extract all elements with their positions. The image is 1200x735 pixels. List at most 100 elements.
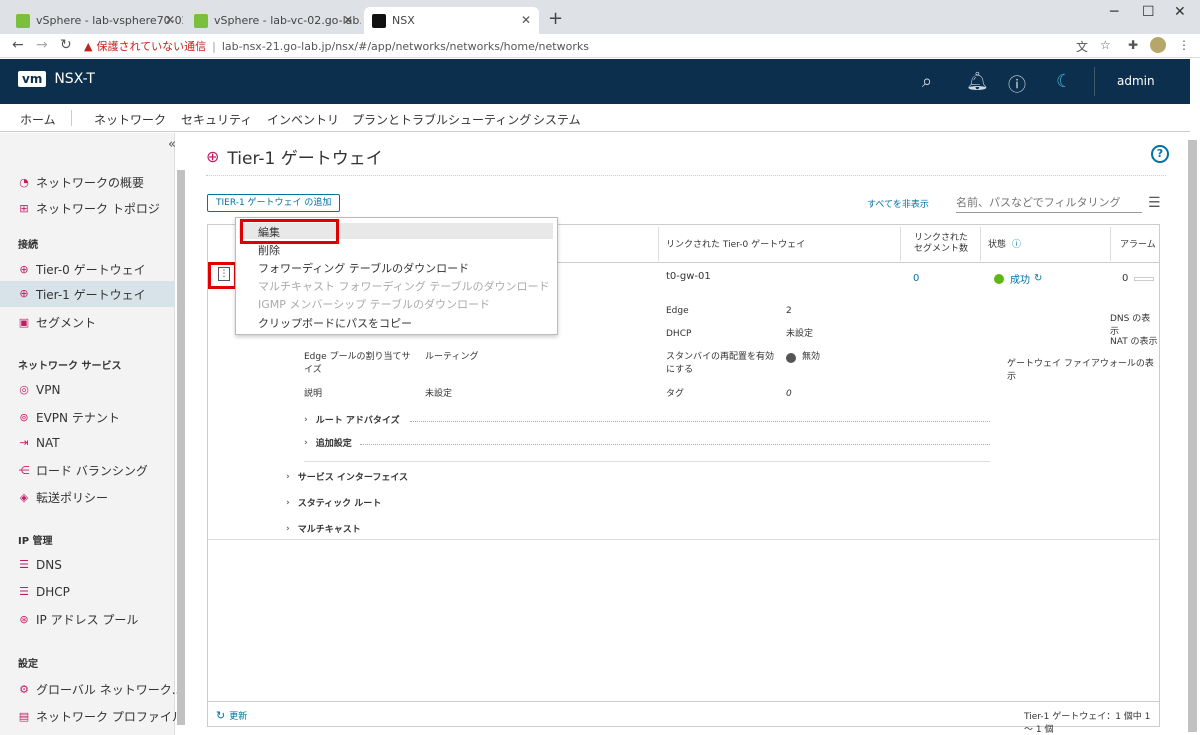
sidebar-item-tier0[interactable]: ⊕ Tier-0 ゲートウェイ bbox=[18, 261, 145, 278]
edge-label: Edge bbox=[666, 306, 689, 316]
sidebar-item-tier1[interactable]: ⊕ Tier-1 ゲートウェイ bbox=[0, 281, 175, 307]
sidebar-header-label: 接続 bbox=[18, 240, 38, 251]
tab-system[interactable]: システム bbox=[533, 111, 581, 128]
sidebar-item-network-topology[interactable]: ⊞ ネットワーク トポロジ bbox=[18, 200, 160, 217]
maximize-icon[interactable]: ☐ bbox=[1142, 4, 1155, 20]
sidebar-item-ip-pools[interactable]: ⊛ IP アドレス プール bbox=[18, 611, 138, 628]
tab-security[interactable]: セキュリティ bbox=[181, 111, 252, 128]
user-menu[interactable]: admin bbox=[1117, 74, 1155, 88]
close-icon[interactable]: ✕ bbox=[165, 13, 175, 27]
column-header-tier0[interactable]: リンクされた Tier-0 ゲートウェイ bbox=[658, 225, 898, 263]
section-divider bbox=[360, 444, 990, 445]
dhcp-icon: ☰ bbox=[19, 585, 29, 598]
notification-bell-icon[interactable]: 🔔︎ bbox=[966, 71, 989, 92]
url-box[interactable]: ▲ 保護されていない通信 | lab-nsx-21.go-lab.jp/nsx/… bbox=[84, 36, 1034, 56]
help-icon[interactable]: ⓘ bbox=[1008, 71, 1026, 97]
view-gateway-firewall-link[interactable]: ゲートウェイ ファイアウォールの表示 bbox=[1007, 358, 1159, 384]
sidebar-item-dns[interactable]: ☰ DNS bbox=[18, 558, 62, 572]
tab-title: vSphere - lab-vc-02.go-lab.jp - U bbox=[214, 14, 361, 27]
add-tier1-gateway-button[interactable]: TIER-1 ゲートウェイ の追加 bbox=[207, 194, 341, 212]
menu-item-copy-path[interactable]: クリップボードにパスをコピー bbox=[258, 315, 412, 331]
dashboard-icon: ◔ bbox=[19, 175, 29, 189]
sidebar-item-segments[interactable]: ▣ セグメント bbox=[18, 314, 96, 331]
collapse-sidebar-icon[interactable]: « bbox=[168, 137, 176, 152]
section-label: サービス インターフェイス bbox=[297, 473, 409, 483]
sidebar-item-load-balancing[interactable]: ⋲ ロード バランシング bbox=[18, 462, 148, 479]
multicast-expander[interactable]: › マルチキャスト bbox=[286, 522, 361, 536]
sidebar-header-label: 設定 bbox=[18, 659, 38, 670]
filter-menu-icon[interactable]: ☰ bbox=[1148, 195, 1161, 211]
sidebar-item-nat[interactable]: ⇥ NAT bbox=[18, 436, 59, 450]
close-icon[interactable]: ✕ bbox=[343, 13, 353, 27]
forward-icon[interactable]: → bbox=[36, 37, 48, 53]
section-label: 追加設定 bbox=[315, 439, 352, 449]
new-tab-button[interactable]: + bbox=[548, 8, 563, 29]
profile-avatar[interactable] bbox=[1150, 37, 1166, 53]
sidebar-item-network-overview[interactable]: ◔ ネットワークの概要 bbox=[18, 174, 144, 191]
sidebar-item-label: Tier-1 ゲートウェイ bbox=[36, 287, 146, 302]
sidebar-item-network-profiles[interactable]: ▤ ネットワーク プロファイル bbox=[18, 708, 184, 725]
service-interfaces-expander[interactable]: › サービス インターフェイス bbox=[286, 470, 409, 484]
sidebar-item-dhcp[interactable]: ☰ DHCP bbox=[18, 585, 70, 599]
column-header-text: リンクされた Tier-0 ゲートウェイ bbox=[666, 240, 806, 250]
sidebar-item-label: DNS bbox=[36, 558, 62, 572]
tab-plan-troubleshoot[interactable]: プランとトラブルシューティング bbox=[352, 111, 531, 128]
tags-value: 0 bbox=[786, 389, 792, 399]
refresh-status-icon[interactable]: ↻ bbox=[1034, 273, 1042, 284]
highlight-actions bbox=[208, 262, 237, 289]
sidebar-scrollbar[interactable] bbox=[177, 170, 185, 725]
back-icon[interactable]: ← bbox=[12, 37, 24, 53]
edge-value-link[interactable]: 2 bbox=[786, 305, 792, 318]
reload-icon[interactable]: ↻ bbox=[60, 37, 72, 53]
refresh-label: 更新 bbox=[229, 712, 248, 722]
route-advertisement-expander[interactable]: › ルート アドバタイズ bbox=[304, 413, 400, 427]
close-window-icon[interactable]: ✕ bbox=[1174, 4, 1186, 20]
extensions-icon[interactable]: ✚ bbox=[1128, 38, 1138, 52]
edge-pool-label: Edge プールの割り当てサ イズ bbox=[304, 351, 411, 377]
main-scrollbar[interactable] bbox=[1188, 140, 1197, 732]
column-divider bbox=[658, 227, 659, 261]
filter-input[interactable] bbox=[956, 193, 1142, 213]
collapse-all-link[interactable]: すべてを非表示 bbox=[867, 197, 929, 210]
view-nat-link[interactable]: NAT の表示 bbox=[1110, 336, 1158, 349]
dhcp-label: DHCP bbox=[666, 329, 692, 339]
dark-mode-moon-icon[interactable]: ☾ bbox=[1056, 71, 1072, 92]
column-header-status[interactable]: 状態 ⓘ bbox=[980, 225, 1106, 263]
sidebar-header-label: IP 管理 bbox=[18, 536, 53, 547]
menu-item-delete[interactable]: 削除 bbox=[258, 242, 280, 258]
menu-icon[interactable]: ⋮ bbox=[1178, 38, 1190, 52]
sidebar-item-label: IP アドレス プール bbox=[36, 613, 139, 627]
search-icon[interactable]: ⌕ bbox=[922, 71, 932, 92]
sidebar-item-evpn[interactable]: ⊚ EVPN テナント bbox=[18, 409, 119, 426]
sidebar-item-global-networking[interactable]: ⚙ グローバル ネットワーク... bbox=[18, 681, 183, 698]
edge-pool-value: ルーティング bbox=[425, 352, 479, 362]
sidebar-item-label: ネットワーク トポロジ bbox=[36, 202, 160, 216]
help-icon[interactable]: ? bbox=[1151, 145, 1169, 163]
address-bar: ← → ↻ ▲ 保護されていない通信 | lab-nsx-21.go-lab.j… bbox=[0, 34, 1200, 58]
product-logo[interactable]: vm NSX-T bbox=[18, 71, 95, 87]
additional-settings-expander[interactable]: › 追加設定 bbox=[304, 436, 352, 450]
refresh-button[interactable]: ↻ 更新 bbox=[216, 709, 247, 722]
info-icon[interactable]: ⓘ bbox=[1012, 237, 1021, 250]
url-separator: | bbox=[212, 39, 216, 53]
column-header-alarms[interactable]: アラーム bbox=[1112, 225, 1160, 263]
browser-tab-active[interactable]: NSX ✕ bbox=[364, 7, 539, 34]
translate-icon[interactable]: 文 bbox=[1076, 38, 1088, 55]
sidebar-item-vpn[interactable]: ◎ VPN bbox=[18, 383, 60, 397]
chevron-right-icon: › bbox=[286, 497, 290, 508]
segments-count-link[interactable]: 0 bbox=[913, 273, 919, 284]
column-divider bbox=[900, 227, 901, 261]
sidebar-item-forwarding-policy[interactable]: ◈ 転送ポリシー bbox=[18, 489, 108, 506]
tab-inventory[interactable]: インベントリ bbox=[267, 111, 339, 128]
tab-home[interactable]: ホーム bbox=[20, 111, 56, 128]
bookmark-star-icon[interactable]: ☆ bbox=[1100, 38, 1111, 52]
column-header-segments[interactable]: リンクされた セグメント数 bbox=[906, 225, 984, 263]
menu-item-download-igmp-table: IGMP メンバーシップ テーブルのダウンロード bbox=[258, 298, 491, 311]
menu-item-download-forwarding-table[interactable]: フォワーディング テーブルのダウンロード bbox=[258, 260, 469, 276]
browser-tab[interactable]: vSphere - lab-vc-02.go-lab.jp - U ✕ bbox=[186, 7, 361, 34]
browser-tab[interactable]: vSphere - lab-vsphere70-02-nsxt ✕ bbox=[8, 7, 183, 34]
static-routes-expander[interactable]: › スタティック ルート bbox=[286, 496, 381, 510]
minimize-icon[interactable]: ─ bbox=[1110, 4, 1118, 20]
close-icon[interactable]: ✕ bbox=[521, 13, 531, 27]
label-line: にする bbox=[666, 365, 694, 375]
